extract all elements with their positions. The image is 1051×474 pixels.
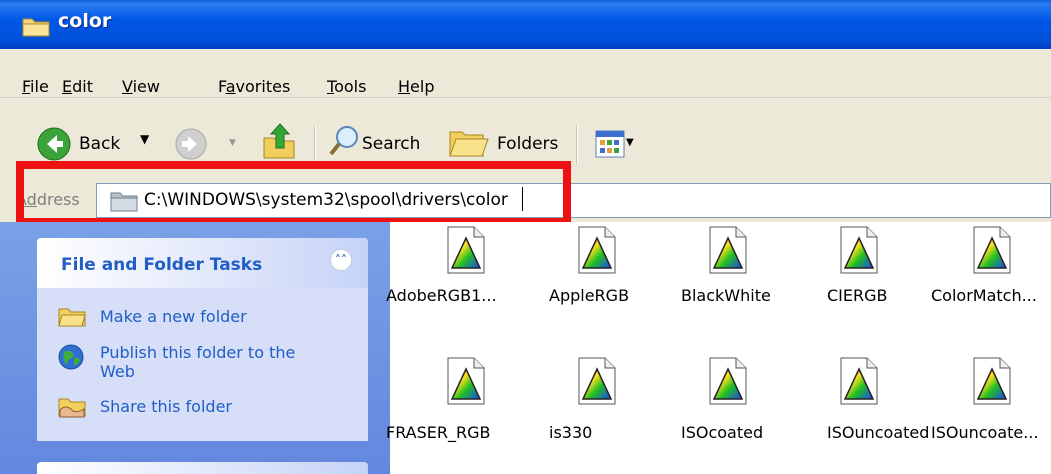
share-folder-icon bbox=[58, 398, 86, 418]
toolbar-separator bbox=[314, 126, 316, 164]
globe-icon bbox=[58, 344, 84, 370]
menu-edit[interactable]: Edit bbox=[62, 77, 93, 96]
color-profile-icon[interactable] bbox=[839, 226, 879, 274]
file-name[interactable]: ColorMatch... bbox=[931, 286, 1037, 305]
file-name[interactable]: CIERGB bbox=[827, 286, 888, 305]
color-profile-icon[interactable] bbox=[577, 226, 617, 274]
menu-help[interactable]: Help bbox=[398, 77, 434, 96]
share-folder-link[interactable]: Share this folder bbox=[100, 397, 232, 416]
color-profile-icon[interactable] bbox=[708, 357, 748, 405]
collapse-chevron-icon[interactable]: ˄˄ bbox=[330, 249, 352, 271]
forward-dropdown-icon[interactable]: ▼ bbox=[229, 138, 236, 148]
menu-favorites[interactable]: Favorites bbox=[218, 77, 290, 96]
color-profile-icon[interactable] bbox=[446, 226, 486, 274]
publish-line-1[interactable]: Publish this folder to the bbox=[100, 343, 295, 362]
make-new-folder-link[interactable]: Make a new folder bbox=[100, 307, 247, 326]
views-dropdown-icon[interactable]: ▼ bbox=[626, 137, 634, 148]
file-name[interactable]: ISOuncoate... bbox=[931, 423, 1039, 442]
new-folder-icon bbox=[58, 308, 86, 327]
color-profile-icon[interactable] bbox=[972, 357, 1012, 405]
menu-tools[interactable]: Tools bbox=[327, 77, 366, 96]
folders-button[interactable]: Folders bbox=[497, 134, 558, 154]
search-button[interactable]: Search bbox=[362, 134, 420, 154]
file-name[interactable]: ISOuncoated bbox=[827, 423, 929, 442]
highlight-box bbox=[16, 161, 571, 226]
title-bar[interactable] bbox=[0, 0, 1051, 49]
toolbar-separator bbox=[576, 126, 578, 164]
color-profile-icon[interactable] bbox=[839, 357, 879, 405]
color-profile-icon[interactable] bbox=[708, 226, 748, 274]
menu-view[interactable]: View bbox=[122, 77, 160, 96]
file-name[interactable]: ISOcoated bbox=[681, 423, 763, 442]
file-name[interactable]: AdobeRGB1... bbox=[386, 286, 497, 305]
color-profile-icon[interactable] bbox=[577, 357, 617, 405]
file-name[interactable]: BlackWhite bbox=[681, 286, 771, 305]
search-icon[interactable] bbox=[328, 124, 360, 158]
back-arrow-icon[interactable] bbox=[37, 127, 71, 161]
publish-line-2[interactable]: Web bbox=[100, 362, 295, 381]
second-panel-header bbox=[37, 462, 368, 474]
panel-title[interactable]: File and Folder Tasks bbox=[61, 255, 262, 275]
window-title: color bbox=[58, 10, 112, 32]
publish-folder-link[interactable]: Publish this folder to the Web bbox=[100, 343, 295, 381]
back-dropdown-icon[interactable]: ▼ bbox=[140, 132, 149, 146]
menu-file[interactable]: File bbox=[22, 77, 49, 96]
back-button[interactable]: Back bbox=[79, 134, 120, 154]
up-folder-icon[interactable] bbox=[262, 120, 296, 160]
file-name[interactable]: AppleRGB bbox=[549, 286, 629, 305]
folder-icon bbox=[22, 18, 50, 37]
file-name[interactable]: is330 bbox=[549, 423, 592, 442]
color-profile-icon[interactable] bbox=[446, 357, 486, 405]
views-icon[interactable] bbox=[595, 130, 625, 158]
folders-icon[interactable] bbox=[448, 124, 490, 160]
color-profile-icon[interactable] bbox=[972, 226, 1012, 274]
file-name[interactable]: FRASER_RGB bbox=[386, 423, 491, 442]
forward-arrow-icon[interactable] bbox=[175, 128, 207, 160]
